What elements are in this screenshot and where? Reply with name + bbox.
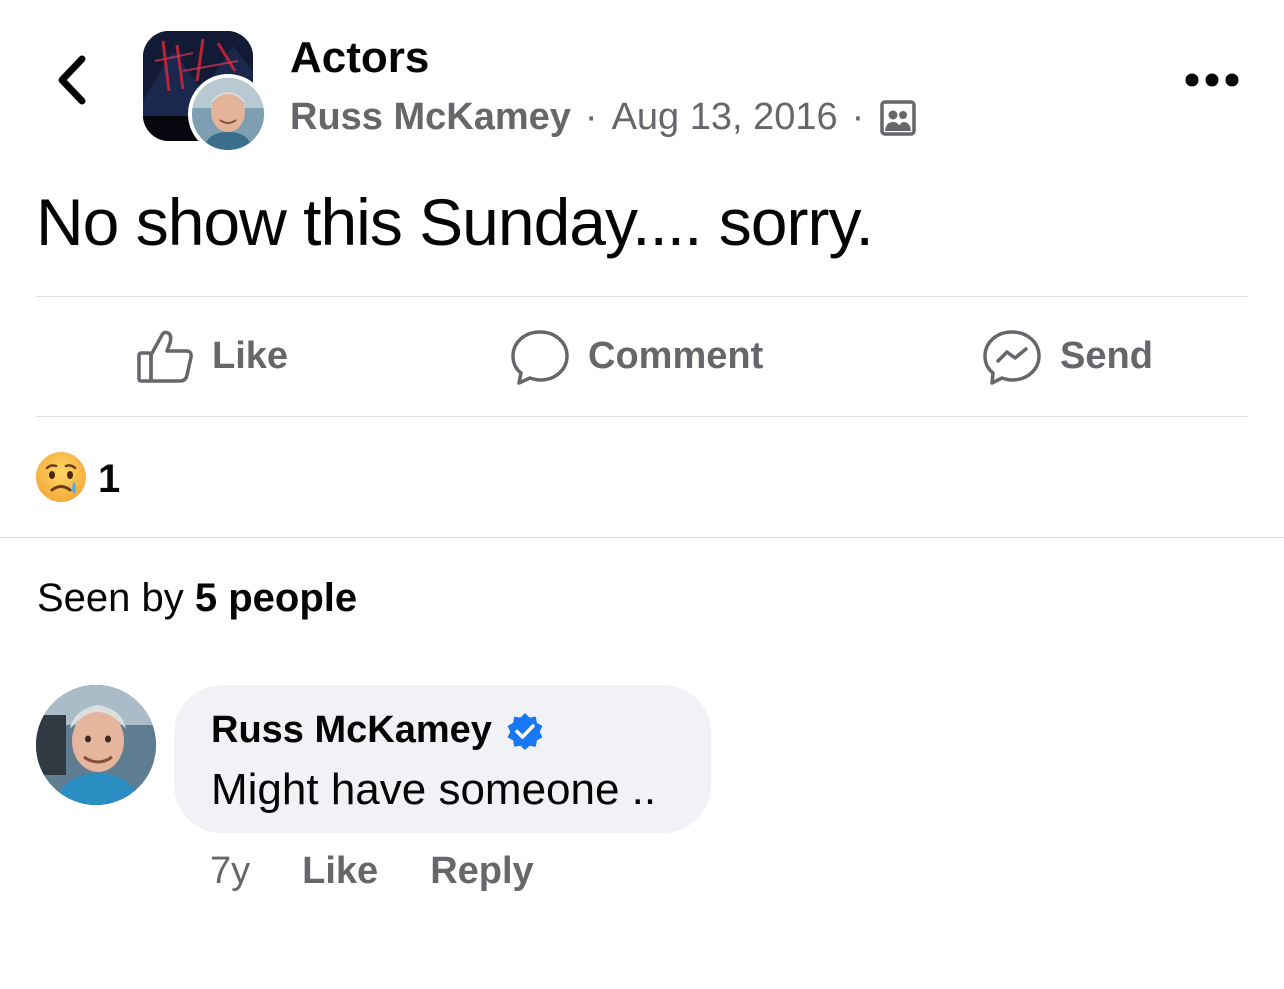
comment-bubble[interactable]: Russ McKamey Might have someone .. [174,685,711,833]
sad-tear-icon [34,450,88,509]
post-action-bar: Like Comment Send [36,297,1248,416]
seen-by-prefix: Seen by [37,576,195,620]
like-label: Like [212,335,289,377]
comment-reply-button[interactable]: Reply [430,850,533,893]
comment-like-button[interactable]: Like [302,850,378,893]
comment-author: Russ McKamey [211,709,544,752]
send-label: Send [1060,335,1153,377]
thumbs-up-icon [136,329,194,385]
meta-separator: · [584,96,598,138]
verified-badge-icon [506,712,544,750]
comment-author-avatar[interactable] [36,685,156,805]
like-button[interactable]: Like [136,297,288,416]
comment-text: Might have someone .. [211,765,657,814]
comment-label: Comment [588,335,764,377]
author-photo [192,78,264,150]
comment-author-photo [36,685,156,805]
seen-by[interactable]: Seen by 5 people [37,576,357,621]
comment-timestamp[interactable]: 7y [210,850,250,893]
meta-separator-2: · [851,96,865,138]
comment-button[interactable]: Comment [510,297,763,416]
post-date[interactable]: Aug 13, 2016 [612,96,838,139]
post-author-name[interactable]: Russ McKamey [290,96,571,139]
group-members-icon [880,99,917,136]
more-horizontal-icon [1185,73,1239,87]
messenger-icon [982,328,1042,386]
author-avatar[interactable] [188,74,268,154]
divider [36,416,1248,417]
comment-actions: 7y Like Reply [210,850,534,893]
chevron-left-icon [58,55,86,105]
comment-bubble-icon [510,328,570,386]
seen-by-count: 5 people [194,576,358,620]
post-header: Actors Russ McKamey · Aug 13, 2016 · [0,0,1284,160]
post-text: No show this Sunday.... sorry. [36,185,874,259]
send-button[interactable]: Send [982,297,1153,416]
back-button[interactable] [48,52,94,108]
reaction-count: 1 [98,457,121,501]
post-meta: Russ McKamey · Aug 13, 2016 · [290,96,917,139]
section-divider [0,537,1284,538]
reactions-summary[interactable]: 1 [34,450,120,509]
group-name[interactable]: Actors [290,33,429,83]
more-options-button[interactable] [1180,60,1244,100]
comment-author-name[interactable]: Russ McKamey [211,709,492,752]
